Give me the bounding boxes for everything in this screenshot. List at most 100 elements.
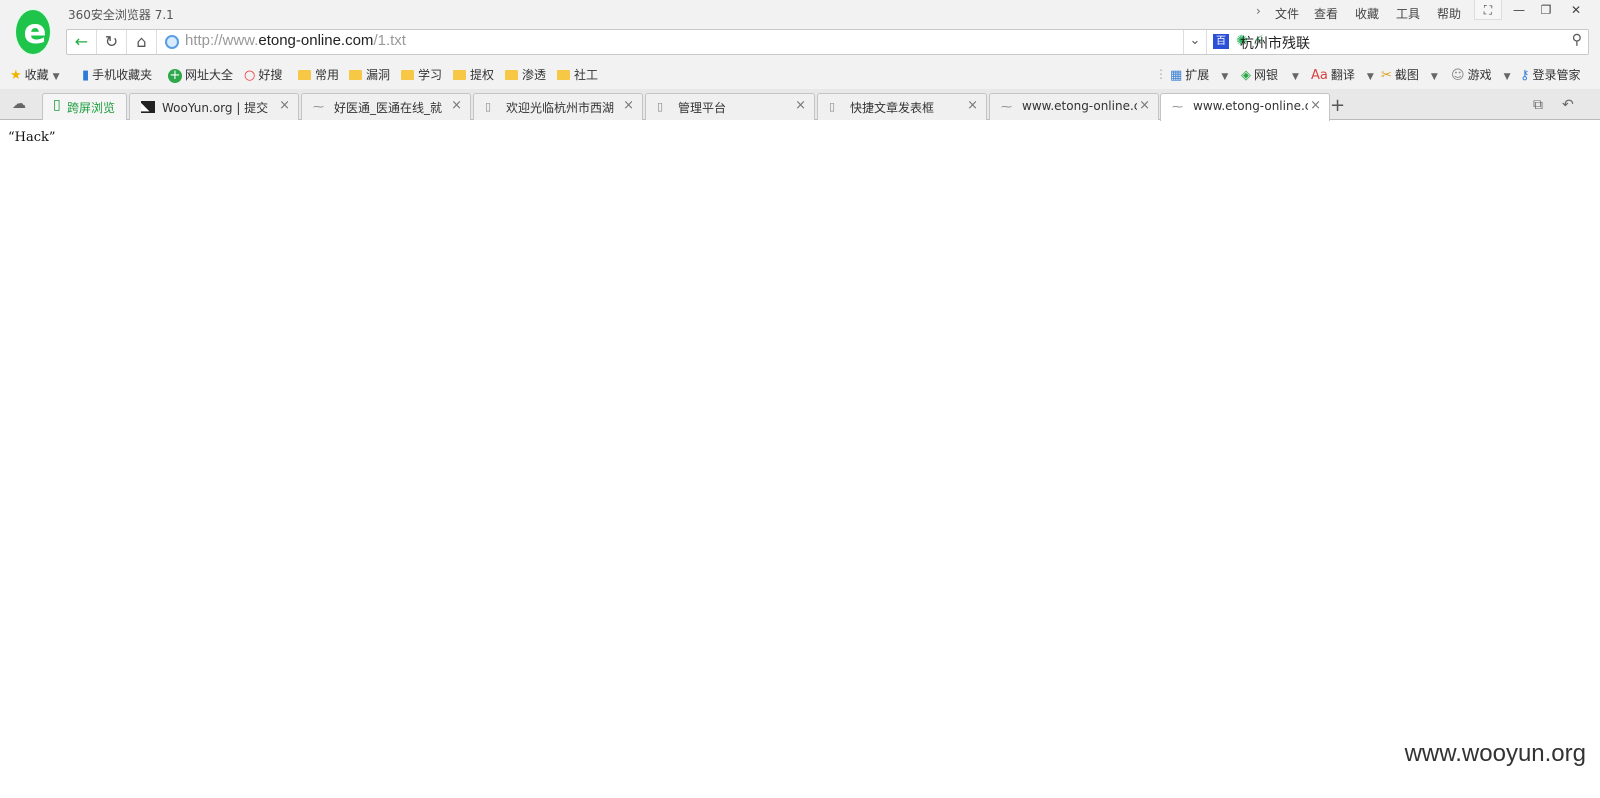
cloud-icon[interactable]: ☁ bbox=[12, 96, 26, 112]
folder-icon bbox=[453, 70, 466, 80]
toolbar-label: 扩展 bbox=[1185, 68, 1210, 82]
menu-file[interactable]: 文件 bbox=[1275, 5, 1299, 22]
restore-tabs-icon[interactable]: ⧉ bbox=[1533, 97, 1543, 113]
close-tab-icon[interactable]: × bbox=[795, 98, 806, 113]
tab-label: www.etong-online.c bbox=[1022, 99, 1137, 113]
bookmark-label: 社工 bbox=[574, 68, 599, 82]
maximize-button[interactable]: ❐ bbox=[1532, 0, 1560, 20]
title-bar: 360安全浏览器 7.1 › 文件 查看 收藏 工具 帮助 ⛶ — ❐ ✕ bbox=[0, 0, 1600, 25]
caret-down-icon[interactable]: ▼ bbox=[1367, 72, 1374, 82]
toolbar-label: 截图 bbox=[1394, 68, 1419, 82]
url-host: etong-online.com bbox=[258, 32, 374, 49]
folder-icon bbox=[298, 70, 311, 80]
toolbar-label: 登录管家 bbox=[1532, 68, 1581, 82]
caret-down-icon[interactable]: ▼ bbox=[1221, 72, 1228, 82]
tab-label: 欢迎光临杭州市西湖 bbox=[506, 101, 615, 115]
phone-icon: ▮ bbox=[82, 68, 90, 83]
tab-quick-post[interactable]: ▯ 快捷文章发表框 × bbox=[817, 93, 987, 120]
bookmark-folder-study[interactable]: 学习 bbox=[401, 66, 442, 83]
bookmark-folder-vulns[interactable]: 漏洞 bbox=[349, 66, 390, 83]
tab-xihu[interactable]: ▯ 欢迎光临杭州市西湖 × bbox=[473, 93, 643, 120]
minimize-button[interactable]: — bbox=[1505, 0, 1533, 20]
tab-haoyitong[interactable]: ⁓ 好医通_医通在线_就 × bbox=[301, 93, 471, 120]
page-content: “Hack” www.wooyun.org bbox=[0, 121, 1600, 798]
menu-tools[interactable]: 工具 bbox=[1396, 5, 1420, 22]
bookmark-label: 常用 bbox=[315, 68, 340, 82]
shield-icon: ◈ bbox=[1241, 68, 1251, 83]
app-title: 360安全浏览器 7.1 bbox=[68, 8, 174, 22]
close-tab-icon[interactable]: × bbox=[451, 98, 462, 113]
page-favicon-icon: ⁓ bbox=[1172, 100, 1183, 113]
close-tab-icon[interactable]: × bbox=[1310, 98, 1321, 113]
scissors-icon: ✂ bbox=[1381, 68, 1392, 83]
tab-bar: ☁ ▯ 跨屏浏览 ◣ WooYun.org | 提交 × ⁓ 好医通_医通在线_… bbox=[0, 89, 1600, 121]
toolbar-label: 翻译 bbox=[1330, 68, 1355, 82]
page-favicon-icon: ⁓ bbox=[1001, 100, 1012, 113]
folder-icon bbox=[401, 70, 414, 80]
toolbar-screenshot[interactable]: ✂ 截图 ▼ bbox=[1381, 66, 1438, 83]
bookmark-label: 渗透 bbox=[522, 68, 547, 82]
url-text[interactable]: http://www.etong-online.com/1.txt bbox=[185, 32, 406, 49]
search-input[interactable]: 杭州市残联 bbox=[1240, 33, 1310, 53]
caret-down-icon[interactable]: ▼ bbox=[1292, 72, 1299, 82]
tab-label: 快捷文章发表框 bbox=[850, 101, 935, 115]
toolbar-login-manager[interactable]: ⚷ 登录管家 bbox=[1520, 66, 1581, 83]
bookmark-folder-pentest[interactable]: 渗透 bbox=[505, 66, 546, 83]
search-engine-icon[interactable]: 百 bbox=[1213, 34, 1229, 49]
tab-cross-screen[interactable]: ▯ 跨屏浏览 bbox=[42, 93, 127, 120]
document-icon: ▯ bbox=[829, 100, 836, 113]
chevron-down-icon[interactable]: ⌄ bbox=[1183, 30, 1207, 54]
tab-etong-active[interactable]: ⁓ www.etong-online.c × bbox=[1160, 93, 1330, 121]
caret-down-icon[interactable]: ▼ bbox=[53, 72, 60, 82]
bookmark-label: 收藏 bbox=[24, 68, 49, 82]
undo-close-icon[interactable]: ↶ bbox=[1562, 97, 1574, 113]
bookmark-mobile[interactable]: ▮ 手机收藏夹 bbox=[82, 66, 152, 83]
search-box[interactable]: 百 杭州市残联 ⚲ bbox=[1207, 30, 1588, 54]
bookmark-label: 漏洞 bbox=[366, 68, 391, 82]
back-button[interactable]: ← bbox=[67, 30, 97, 54]
tab-etong-1[interactable]: ⁓ www.etong-online.c × bbox=[989, 93, 1159, 120]
close-tab-icon[interactable]: × bbox=[1139, 98, 1150, 113]
address-input[interactable]: http://www.etong-online.com/1.txt ✺ ⚡ bbox=[159, 30, 1264, 54]
search-icon[interactable]: ⚲ bbox=[1572, 32, 1582, 48]
bookmark-favorites[interactable]: ★ 收藏 ▼ bbox=[10, 66, 60, 83]
tab-admin-platform[interactable]: ▯ 管理平台 × bbox=[645, 93, 815, 120]
close-tab-icon[interactable]: × bbox=[623, 98, 634, 113]
bookmark-folder-social[interactable]: 社工 bbox=[557, 66, 598, 83]
close-tab-icon[interactable]: × bbox=[279, 98, 290, 113]
logo-letter: e bbox=[23, 12, 47, 52]
close-tab-icon[interactable]: × bbox=[967, 98, 978, 113]
skin-icon[interactable]: ⛶ bbox=[1474, 0, 1502, 20]
home-button[interactable]: ⌂ bbox=[127, 30, 157, 54]
new-tab-button[interactable]: + bbox=[1330, 95, 1345, 116]
bookmark-folder-privesc[interactable]: 提权 bbox=[453, 66, 494, 83]
toolbar-translate[interactable]: Aa 翻译 ▼ bbox=[1311, 66, 1374, 83]
tab-wooyun[interactable]: ◣ WooYun.org | 提交 × bbox=[129, 93, 299, 120]
bookmark-haosou[interactable]: ○ 好搜 bbox=[244, 66, 282, 83]
menu-chevron-icon[interactable]: › bbox=[1256, 4, 1261, 18]
translate-icon: Aa bbox=[1311, 68, 1328, 83]
toolbar-separator: ⋮ bbox=[1155, 67, 1167, 81]
refresh-button[interactable]: ↻ bbox=[97, 30, 127, 54]
bookmark-directory[interactable]: + 网址大全 bbox=[168, 66, 233, 83]
toolbar-banking[interactable]: ◈ 网银 ▼ bbox=[1241, 66, 1299, 83]
caret-down-icon[interactable]: ▼ bbox=[1504, 72, 1511, 82]
document-icon: ▯ bbox=[485, 100, 492, 113]
bookmark-folder-common[interactable]: 常用 bbox=[298, 66, 339, 83]
bookmark-label: 提权 bbox=[470, 68, 495, 82]
tab-label: 好医通_医通在线_就 bbox=[334, 101, 443, 115]
plus-icon: + bbox=[168, 68, 182, 83]
menu-view[interactable]: 查看 bbox=[1314, 5, 1338, 22]
watermark: www.wooyun.org bbox=[1404, 740, 1586, 767]
menu-help[interactable]: 帮助 bbox=[1437, 5, 1461, 22]
toolbar-extensions[interactable]: ▦ 扩展 ▼ bbox=[1170, 66, 1228, 83]
browser-logo: e bbox=[14, 8, 52, 56]
url-path: /1.txt bbox=[373, 32, 406, 49]
star-icon: ★ bbox=[10, 68, 22, 83]
folder-icon bbox=[557, 70, 570, 80]
wooyun-favicon-icon: ◣ bbox=[141, 101, 155, 113]
close-button[interactable]: ✕ bbox=[1562, 0, 1590, 20]
caret-down-icon[interactable]: ▼ bbox=[1431, 72, 1438, 82]
menu-favorites[interactable]: 收藏 bbox=[1355, 5, 1379, 22]
toolbar-games[interactable]: ☺ 游戏 ▼ bbox=[1451, 66, 1511, 83]
